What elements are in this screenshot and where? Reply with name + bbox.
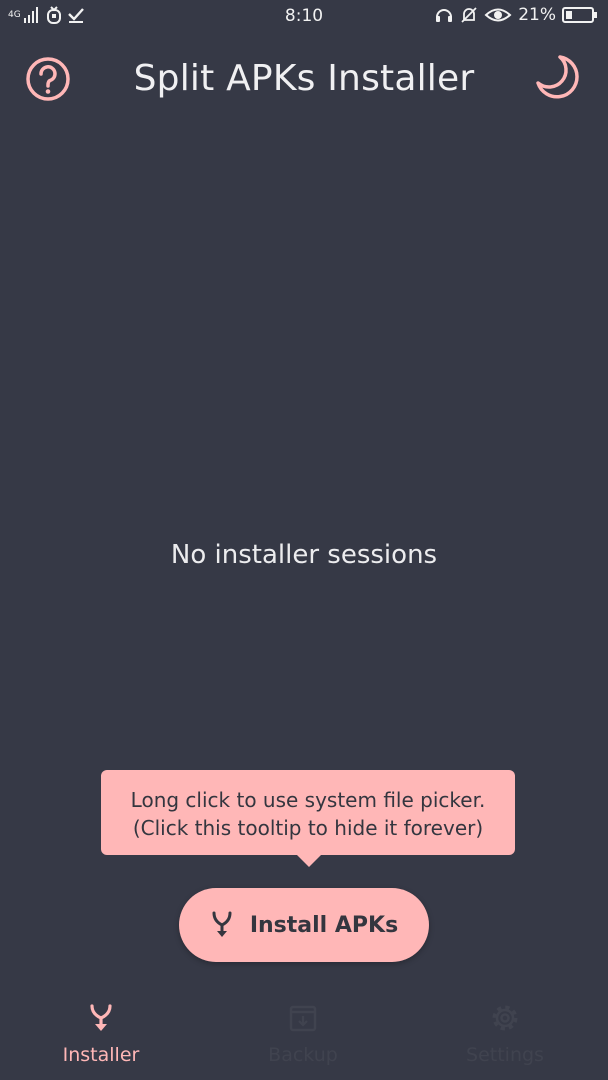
status-bar: 4G 8:10 21% xyxy=(0,0,608,34)
app-title: Split APKs Installer xyxy=(133,58,475,99)
eye-icon xyxy=(484,8,512,22)
headset-icon xyxy=(436,9,453,22)
app-bar: Split APKs Installer xyxy=(0,44,608,116)
merge-arrow-icon xyxy=(212,911,232,937)
file-picker-tooltip[interactable]: Long click to use system file picker. (C… xyxy=(101,770,515,855)
nav-installer[interactable]: Installer xyxy=(0,996,202,1080)
settings-gear-icon xyxy=(492,1005,518,1031)
theme-toggle-button[interactable] xyxy=(534,53,582,101)
battery-percent: 21% xyxy=(518,5,556,25)
nav-installer-label: Installer xyxy=(62,1044,140,1066)
nav-settings[interactable]: Settings xyxy=(404,996,606,1080)
tooltip-arrow xyxy=(297,855,321,867)
install-apks-label: Install APKs xyxy=(249,912,399,938)
battery-icon xyxy=(562,7,597,23)
backup-icon xyxy=(289,1005,317,1032)
install-apks-button[interactable]: Install APKs xyxy=(179,888,429,962)
moon-icon xyxy=(536,55,579,99)
nav-backup[interactable]: Backup xyxy=(202,996,404,1080)
tooltip-line-2: (Click this tooltip to hide it forever) xyxy=(132,816,484,840)
nav-backup-label: Backup xyxy=(268,1044,338,1066)
muted-bell-icon xyxy=(461,7,477,23)
bottom-navigation: Installer Backup Settings xyxy=(0,996,608,1080)
status-right-icons: 21% xyxy=(434,5,598,25)
nav-settings-label: Settings xyxy=(466,1044,544,1066)
installer-icon xyxy=(90,1004,112,1031)
tooltip-line-1: Long click to use system file picker. xyxy=(130,788,486,812)
empty-state-message: No installer sessions xyxy=(170,540,438,570)
